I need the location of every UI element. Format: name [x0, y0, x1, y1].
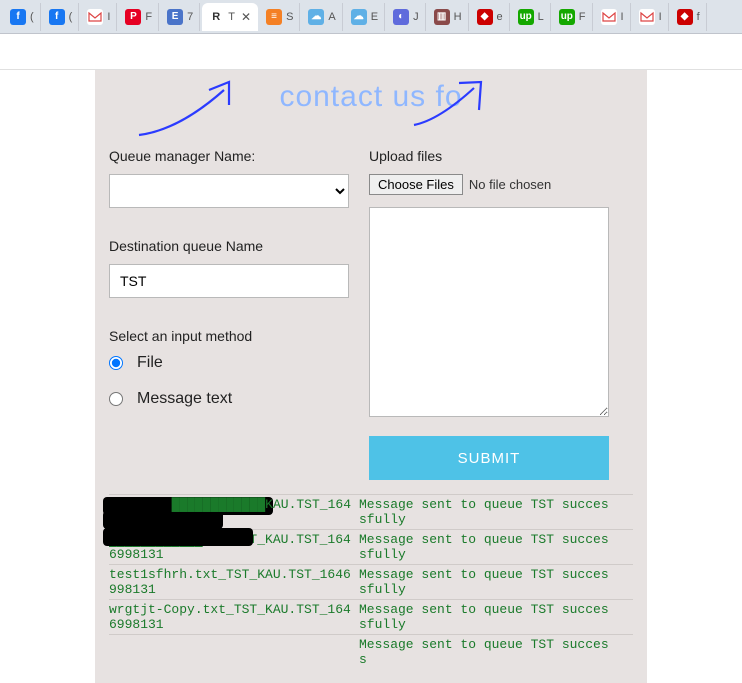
- browser-toolbar: [0, 34, 742, 70]
- tab-14[interactable]: I: [595, 3, 631, 31]
- edge-icon: E: [167, 9, 183, 25]
- queue-manager-label: Queue manager Name:: [109, 148, 349, 164]
- queue-manager-select[interactable]: [109, 174, 349, 208]
- tab-3[interactable]: PF: [119, 3, 159, 31]
- tab-9[interactable]: ◐J: [387, 3, 426, 31]
- facebook-icon: f: [10, 9, 26, 25]
- upload-textarea[interactable]: [369, 207, 609, 417]
- red-icon: ◆: [477, 9, 493, 25]
- choose-files-button[interactable]: Choose Files: [369, 174, 463, 195]
- arrow-left-icon: [129, 80, 249, 140]
- redaction-mark: [103, 511, 223, 529]
- heading-area: contact us fo: [109, 80, 633, 140]
- log-table: xxxxxxxxxxxxxxxxxxxx████████████KAU.TST_…: [109, 494, 633, 669]
- upwork-icon: up: [559, 9, 575, 25]
- log-msg-cell: Message sent to queue TST successfully: [359, 532, 609, 562]
- tab-4[interactable]: E7: [161, 3, 200, 31]
- tab-1[interactable]: f(: [43, 3, 80, 31]
- facebook-icon: f: [49, 9, 65, 25]
- form-card: contact us fo Queue manager Name: Destin…: [95, 70, 647, 683]
- cloud-icon: ☁: [308, 9, 324, 25]
- red-icon: ◆: [677, 9, 693, 25]
- tab-5-active[interactable]: RT✕: [202, 3, 258, 31]
- upwork-icon: up: [518, 9, 534, 25]
- log-row: wrgtjt-Copy.txt_TST_KAU.TST_1646998131 M…: [109, 599, 633, 634]
- digitalocean-icon: ◐: [393, 9, 409, 25]
- log-msg-cell: Message sent to queue TST successfully: [359, 567, 609, 597]
- gmail-icon: [601, 9, 617, 25]
- browser-tab-strip: f( f( I PF E7 RT✕ ≡S ☁A ☁E ◐J ▥H ◆e upL …: [0, 0, 742, 34]
- log-row: Message sent to queue TST success: [109, 634, 633, 669]
- cloud-icon: ☁: [351, 9, 367, 25]
- submit-button[interactable]: SUBMIT: [369, 436, 609, 480]
- log-file-cell: [109, 637, 359, 667]
- log-msg-cell: Message sent to queue TST successfully: [359, 497, 609, 527]
- log-msg-cell: Message sent to queue TST success: [359, 637, 609, 667]
- tab-0[interactable]: f(: [4, 3, 41, 31]
- dest-queue-input[interactable]: [109, 264, 349, 298]
- bars-icon: ▥: [434, 9, 450, 25]
- log-file-cell: ████████████txt_TST_KAU.TST_1646998131: [109, 532, 359, 562]
- radio-file[interactable]: [109, 356, 123, 370]
- file-status-text: No file chosen: [469, 177, 551, 192]
- radio-message-text[interactable]: [109, 392, 123, 406]
- radio-message-text-label: Message text: [137, 390, 232, 408]
- log-row: test1sfhrh.txt_TST_KAU.TST_1646998131 Me…: [109, 564, 633, 599]
- tab-8[interactable]: ☁E: [345, 3, 385, 31]
- tab-6[interactable]: ≡S: [260, 3, 300, 31]
- pinterest-icon: P: [125, 9, 141, 25]
- input-method-label: Select an input method: [109, 328, 349, 344]
- log-row: ████████████txt_TST_KAU.TST_1646998131 M…: [109, 529, 633, 564]
- close-tab-icon[interactable]: ✕: [241, 10, 251, 24]
- log-file-cell: wrgtjt-Copy.txt_TST_KAU.TST_1646998131: [109, 602, 359, 632]
- upload-files-label: Upload files: [369, 148, 609, 164]
- tab-2[interactable]: I: [81, 3, 117, 31]
- redaction-mark: [103, 528, 253, 546]
- dest-queue-label: Destination queue Name: [109, 238, 349, 254]
- arrow-right-icon: [409, 80, 499, 140]
- radio-file-label: File: [137, 354, 163, 372]
- tab-10[interactable]: ▥H: [428, 3, 469, 31]
- tab-12[interactable]: upL: [512, 3, 551, 31]
- tab-11[interactable]: ◆e: [471, 3, 510, 31]
- tab-7[interactable]: ☁A: [302, 3, 342, 31]
- log-row: xxxxxxxxxxxxxxxxxxxx████████████KAU.TST_…: [109, 494, 633, 529]
- tab-16[interactable]: ◆f: [671, 3, 707, 31]
- stackoverflow-icon: ≡: [266, 9, 282, 25]
- log-file-cell: test1sfhrh.txt_TST_KAU.TST_1646998131: [109, 567, 359, 597]
- tab-13[interactable]: upF: [553, 3, 593, 31]
- tab-15[interactable]: I: [633, 3, 669, 31]
- gmail-icon: [639, 9, 655, 25]
- log-file-cell: xxxxxxxxxxxxxxxxxxxx████████████KAU.TST_…: [109, 497, 359, 527]
- page-icon: R: [208, 11, 224, 23]
- gmail-icon: [87, 9, 103, 25]
- log-msg-cell: Message sent to queue TST successfully: [359, 602, 609, 632]
